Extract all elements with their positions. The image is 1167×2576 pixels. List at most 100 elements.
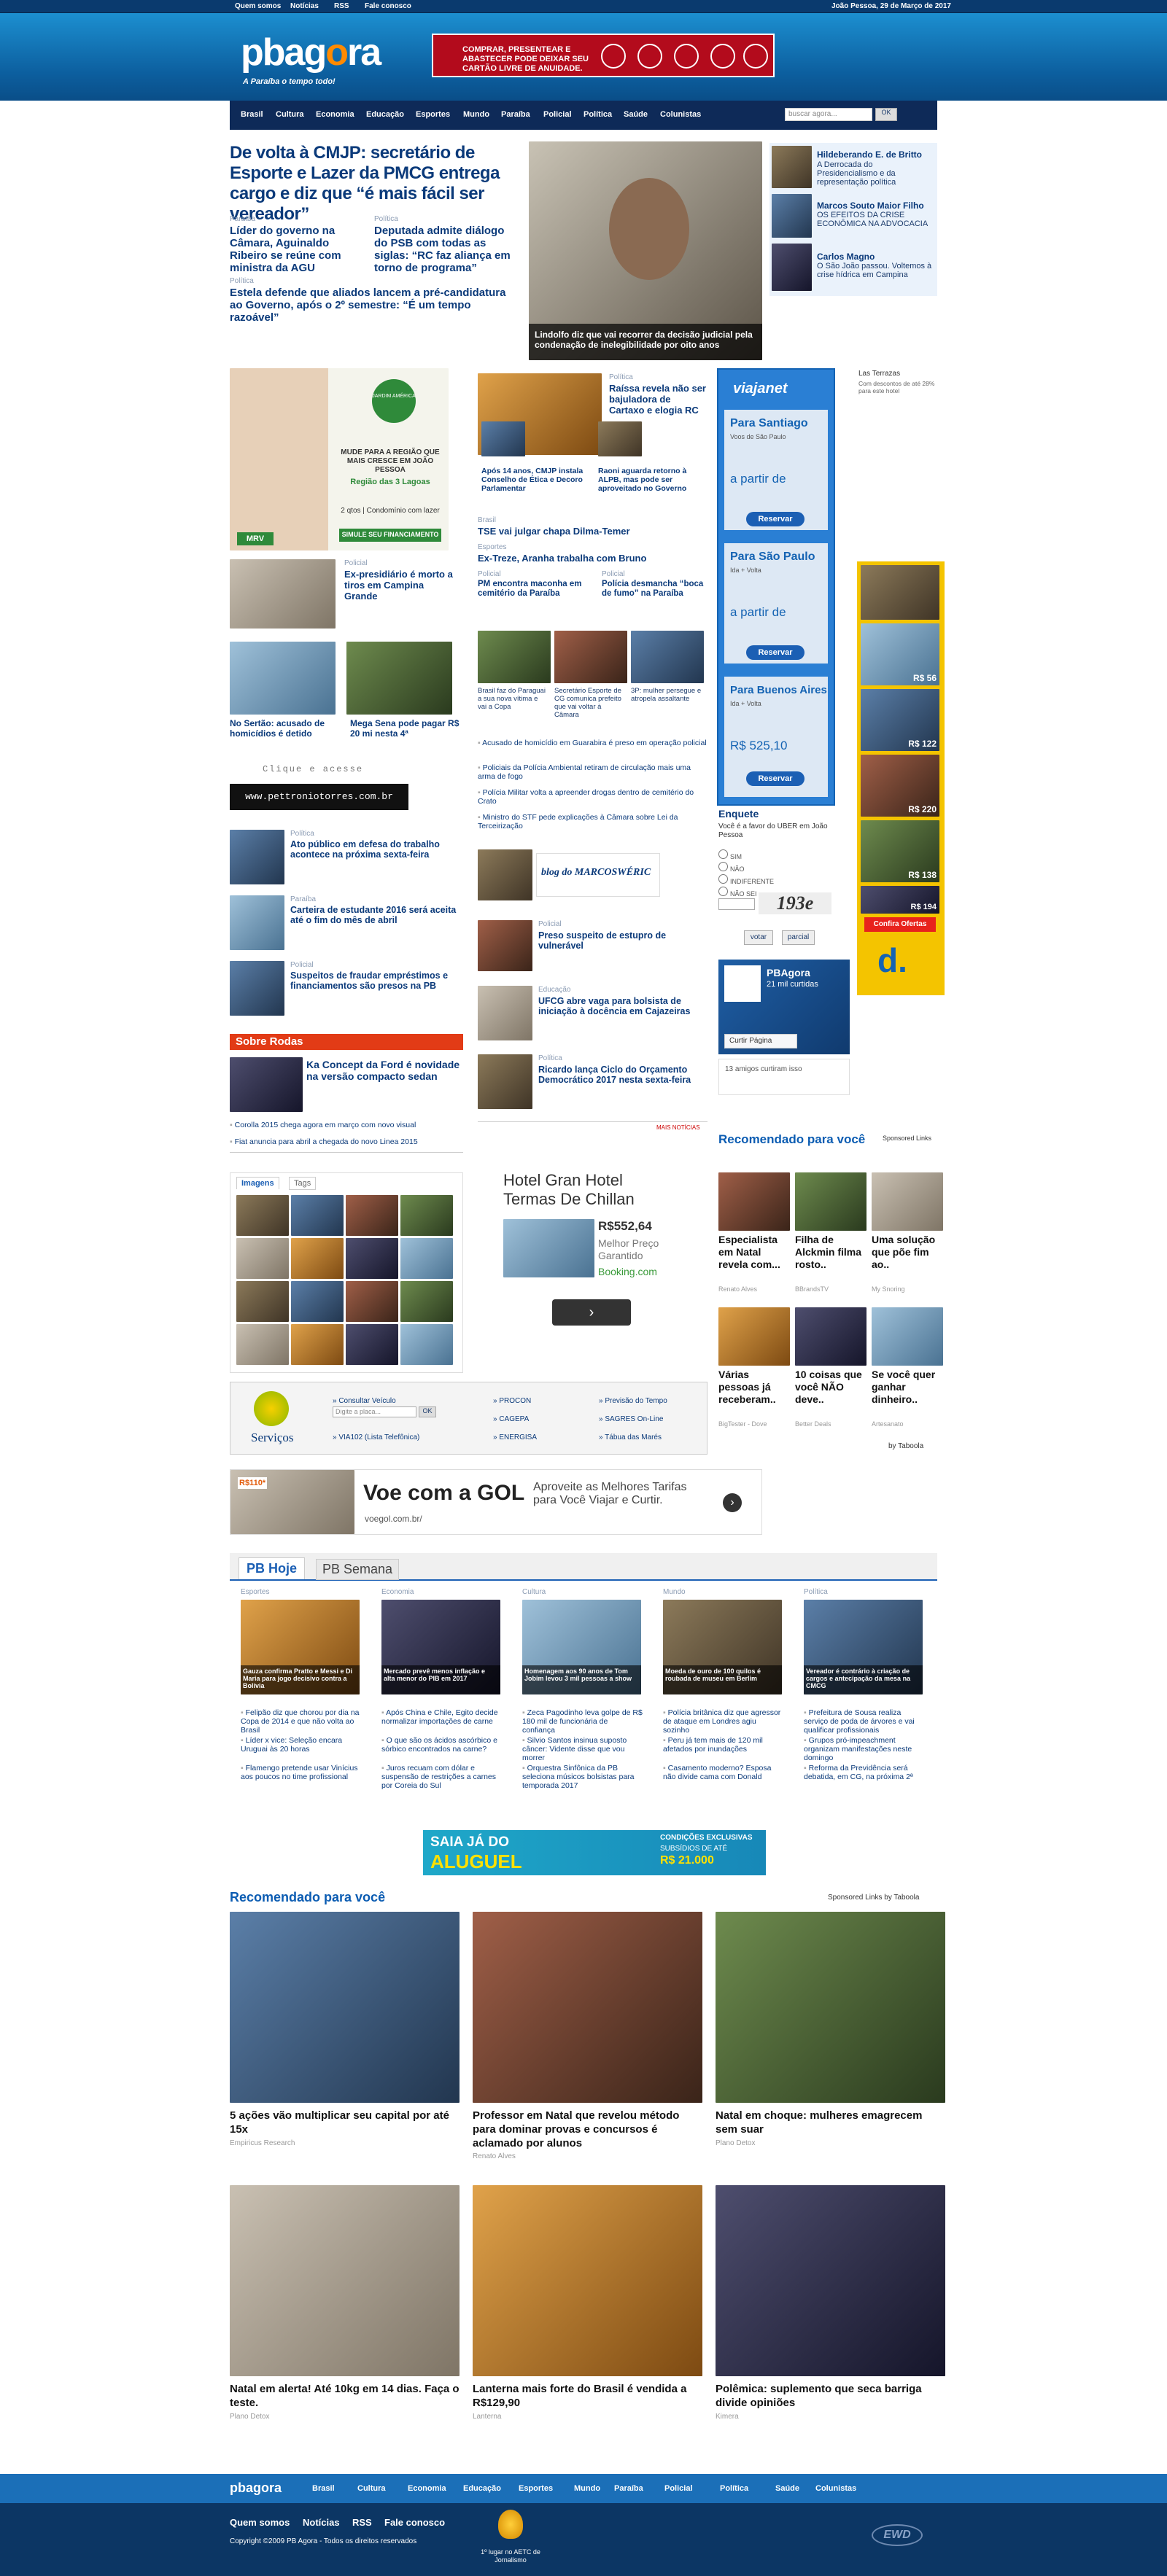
pb-col-link[interactable]: Prefeitura de Sousa realiza serviço de p… <box>804 1708 924 1735</box>
lead-sub2[interactable]: Deputada admite diálogo do PSB com todas… <box>374 225 520 274</box>
footer-link-rss[interactable]: RSS <box>352 2517 372 2528</box>
news-thumb[interactable] <box>478 986 532 1040</box>
news-headline[interactable]: Carteira de estudante 2016 será aceita a… <box>290 905 462 925</box>
news-thumb[interactable] <box>230 642 336 715</box>
news-headline[interactable]: Ricardo lança Ciclo do Orçamento Democrá… <box>538 1065 706 1085</box>
footer-logo[interactable]: pbagora <box>230 2480 282 2496</box>
footer-nav-7[interactable]: Policial <box>664 2484 693 2493</box>
hotel-side-ad[interactable]: Las Terrazas Com descontos de até 28% pa… <box>857 368 945 408</box>
pb-col-link[interactable]: Líder x vice: Seleção encara Uruguai às … <box>241 1736 361 1754</box>
taboola-big-headline[interactable]: 5 ações vão multiplicar seu capital por … <box>230 2109 460 2136</box>
lead-sub1[interactable]: Líder do governo na Câmara, Aguinaldo Ri… <box>230 225 357 274</box>
news-headline[interactable]: UFCG abre vaga para bolsista de iniciaçã… <box>538 996 706 1016</box>
news-headline[interactable]: Brasil faz do Paraguai a sua nova vítima… <box>478 687 547 711</box>
nav-economia[interactable]: Economia <box>316 110 354 119</box>
footer-nav-9[interactable]: Saúde <box>775 2484 799 2493</box>
taboola-big-headline[interactable]: Polêmica: suplemento que seca barriga di… <box>716 2382 945 2410</box>
footer-nav-2[interactable]: Economia <box>408 2484 446 2493</box>
gallery-photo[interactable] <box>291 1324 344 1365</box>
site-logo[interactable]: pbagora <box>241 31 387 74</box>
footer-nav-1[interactable]: Cultura <box>357 2484 386 2493</box>
news-headline[interactable]: Secretário Esporte de CG comunica prefei… <box>554 687 624 719</box>
service-link[interactable]: » Previsão do Tempo <box>599 1397 667 1405</box>
taboola-headline[interactable]: 10 coisas que você NÃO deve.. <box>795 1369 866 1406</box>
taboola-headline[interactable]: Especialista em Natal revela com... <box>718 1234 790 1271</box>
columnist-name[interactable]: Carlos Magno <box>817 252 875 262</box>
footer-nav-0[interactable]: Brasil <box>312 2484 335 2493</box>
lead-photo[interactable]: Lindolfo diz que vai recorrer da decisão… <box>529 141 762 360</box>
columnist-text[interactable]: O São João passou. Voltemos à crise hídr… <box>817 262 934 279</box>
news-thumb[interactable] <box>478 631 551 683</box>
news-thumb[interactable] <box>230 1057 303 1112</box>
service-link[interactable]: » PROCON <box>493 1397 531 1405</box>
news-link[interactable]: Acusado de homicídio em Guarabira é pres… <box>478 739 707 747</box>
hotel-ad-title[interactable]: Hotel Gran Hotel Termas De Chillan <box>503 1171 678 1209</box>
pb-col-link[interactable]: Felipão diz que chorou por dia na Copa d… <box>241 1708 361 1735</box>
viajanet-ad[interactable]: viajanet Para Santiago Voos de São Paulo… <box>717 368 835 806</box>
taboola-headline[interactable]: Se você quer ganhar dinheiro.. <box>872 1369 943 1406</box>
pb-col-photo[interactable]: Gauza confirma Pratto e Messi e Di Maria… <box>241 1600 360 1694</box>
taboola-thumb[interactable] <box>718 1307 790 1366</box>
gallery-photo[interactable] <box>400 1238 453 1279</box>
news-thumb[interactable] <box>230 830 284 884</box>
footer-nav-5[interactable]: Mundo <box>574 2484 600 2493</box>
footer-nav-4[interactable]: Esportes <box>519 2484 553 2493</box>
banner-ad-card[interactable]: COMPRAR, PRESENTEAR E ABASTECER PODE DEI… <box>432 34 775 77</box>
footer-nav-10[interactable]: Colunistas <box>815 2484 856 2493</box>
news-headline[interactable]: Raíssa revela não ser bajuladora de Cart… <box>609 383 707 416</box>
hotel-ad-photo[interactable] <box>503 1219 594 1277</box>
chevron-right-icon[interactable]: › <box>723 1493 742 1512</box>
tab-pb-semana[interactable]: PB Semana <box>316 1559 400 1580</box>
hotel-ad-next-button[interactable]: › <box>552 1299 631 1326</box>
gallery-photo[interactable] <box>291 1238 344 1279</box>
footer-link-about[interactable]: Quem somos <box>230 2517 290 2528</box>
news-thumb[interactable] <box>346 642 452 715</box>
pb-col-link[interactable]: Silvio Santos insinua suposto câncer: Vi… <box>522 1736 643 1762</box>
taboola-thumb[interactable] <box>795 1307 866 1366</box>
more-news-link[interactable]: MAIS NOTÍCIAS <box>656 1124 700 1131</box>
footer-nav-3[interactable]: Educação <box>463 2484 501 2493</box>
footer-nav-6[interactable]: Paraíba <box>614 2484 643 2493</box>
nav-paraiba[interactable]: Paraíba <box>501 110 530 119</box>
news-headline[interactable]: Ka Concept da Ford é novidade na versão … <box>306 1059 463 1082</box>
nav-esportes[interactable]: Esportes <box>416 110 450 119</box>
reserve-button[interactable]: Reservar <box>746 512 805 526</box>
topbar-link-news[interactable]: Notícias <box>290 2 319 10</box>
taboola-big-headline[interactable]: Professor em Natal que revelou método pa… <box>473 2109 702 2150</box>
pb-col-link[interactable]: Juros recuam com dólar e suspensão de re… <box>381 1764 502 1790</box>
gallery-photo[interactable] <box>236 1238 289 1279</box>
taboola-big-headline[interactable]: Natal em choque: mulheres emagrecem sem … <box>716 2109 945 2136</box>
pb-col-link[interactable]: Zeca Pagodinho leva golpe de R$ 180 mil … <box>522 1708 643 1735</box>
nav-brasil[interactable]: Brasil <box>241 110 263 119</box>
news-headline[interactable]: No Sertão: acusado de homicídios é detid… <box>230 718 339 739</box>
news-headline[interactable]: TSE vai julgar chapa Dilma-Temer <box>478 526 704 537</box>
lead-sub3[interactable]: Estela defende que aliados lancem a pré-… <box>230 287 522 324</box>
gallery-photo[interactable] <box>236 1324 289 1365</box>
search-button[interactable]: OK <box>875 108 897 121</box>
pb-col-link[interactable]: Após China e Chile, Egito decide normali… <box>381 1708 502 1726</box>
blog-logo[interactable]: blog do MARCOSWÉRIC <box>536 853 660 897</box>
nav-policial[interactable]: Policial <box>543 110 572 119</box>
taboola-thumb[interactable] <box>872 1307 943 1366</box>
taboola-headline[interactable]: Uma solução que põe fim ao.. <box>872 1234 943 1271</box>
search-input[interactable]: buscar agora... <box>785 108 872 121</box>
taboola-headline[interactable]: Filha de Alckmin filma rosto.. <box>795 1234 866 1271</box>
vote-button[interactable]: votar <box>744 930 773 945</box>
news-thumb[interactable] <box>631 631 704 683</box>
news-link[interactable]: Policiais da Polícia Ambiental retiram d… <box>478 763 707 781</box>
news-headline[interactable]: Após 14 anos, CMJP instala Conselho de É… <box>481 467 594 493</box>
columnist-name[interactable]: Hildeberando E. de Britto <box>817 149 922 160</box>
pb-col-link[interactable]: Grupos pró-impeachment organizam manifes… <box>804 1736 924 1762</box>
gallery-photo[interactable] <box>236 1195 289 1236</box>
news-link[interactable]: Polícia Militar volta a apreender drogas… <box>478 788 707 806</box>
news-headline[interactable]: Ex-presidiário é morto a tiros em Campin… <box>344 569 454 602</box>
sobre-rodas-header[interactable]: Sobre Rodas <box>230 1034 463 1050</box>
nav-cultura[interactable]: Cultura <box>276 110 304 119</box>
news-thumb[interactable] <box>230 559 336 629</box>
columnist-text[interactable]: OS EFEITOS DA CRISE ECONÔMICA NA ADVOCAC… <box>817 211 934 228</box>
taboola-big-photo[interactable] <box>716 2185 945 2376</box>
news-headline[interactable]: Mega Sena pode pagar R$ 20 mi nesta 4ª <box>350 718 460 739</box>
mrv-aluguel-ad[interactable]: SAIA JÁ DO ALUGUEL CONDIÇÕES EXCLUSIVAS … <box>423 1830 766 1875</box>
taboola-big-photo[interactable] <box>230 2185 460 2376</box>
taboola-big-photo[interactable] <box>230 1912 460 2103</box>
